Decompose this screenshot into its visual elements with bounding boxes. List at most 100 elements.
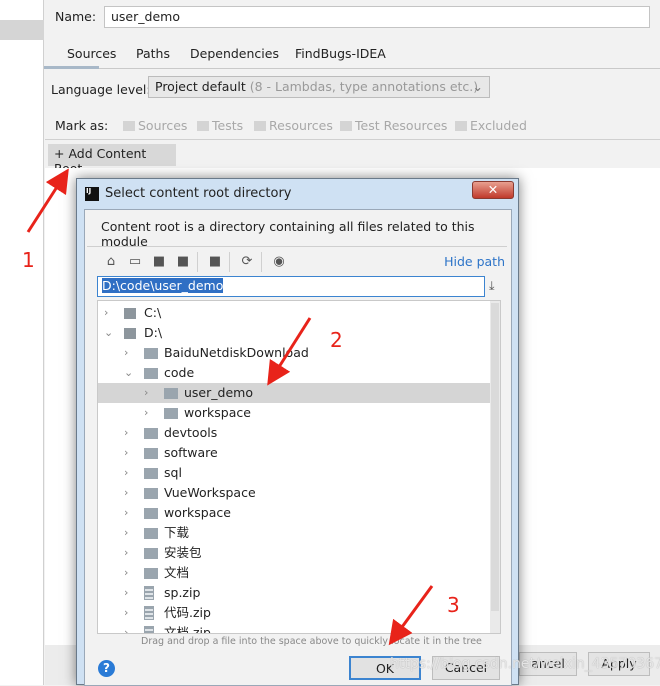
tab-sources[interactable]: Sources	[67, 46, 116, 61]
tree-item-label: devtools	[164, 425, 218, 440]
tree-item[interactable]: ⌄ D:\	[98, 323, 492, 343]
language-level-select[interactable]: Project default (8 - Lambdas, type annot…	[148, 76, 490, 98]
module-folder-icon[interactable]: ■	[175, 254, 191, 270]
path-input[interactable]: D:\code\user_demo	[97, 276, 485, 297]
folder-icon	[144, 468, 158, 479]
module-name-input[interactable]: user_demo	[104, 6, 650, 28]
annotation-label-1: 1	[22, 248, 35, 272]
chevron-down-icon[interactable]: ⌄	[104, 323, 114, 343]
divider	[87, 246, 507, 247]
tab-divider	[45, 68, 660, 69]
tree-item[interactable]: › devtools	[98, 423, 492, 443]
tree-scrollbar[interactable]	[490, 301, 500, 633]
chevron-right-icon[interactable]: ›	[124, 563, 134, 583]
tree-item-label: D:\	[144, 325, 163, 340]
tree-item[interactable]: › software	[98, 443, 492, 463]
zip-file-icon	[144, 626, 154, 633]
tree-item[interactable]: › C:\	[98, 303, 492, 323]
drive-icon	[124, 328, 136, 339]
desktop-icon[interactable]: ▭	[127, 254, 143, 270]
help-button[interactable]: ?	[98, 660, 115, 677]
chevron-right-icon[interactable]: ›	[124, 583, 134, 603]
toolbar-separator	[197, 252, 198, 272]
chevron-right-icon[interactable]: ›	[124, 503, 134, 523]
zip-file-icon	[144, 586, 154, 600]
tree-item[interactable]: › user_demo	[98, 383, 492, 403]
close-button[interactable]: ✕	[472, 181, 514, 199]
dialog-description: Content root is a directory containing a…	[101, 219, 475, 249]
download-icon[interactable]: ⤓	[489, 278, 495, 294]
tree-item[interactable]: › VueWorkspace	[98, 483, 492, 503]
tree-item[interactable]: › BaiduNetdiskDownload	[98, 343, 492, 363]
tree-item[interactable]: › workspace	[98, 503, 492, 523]
tree-item[interactable]: › workspace	[98, 403, 492, 423]
intellij-logo-icon: IJ	[85, 187, 99, 201]
directory-tree[interactable]: › C:\ ⌄ D:\ › BaiduNetdiskDownload ⌄ code › user_…	[97, 300, 501, 634]
chevron-right-icon[interactable]: ›	[124, 523, 134, 543]
folder-icon	[144, 548, 158, 559]
tree-item-label: 文档.zip	[164, 625, 211, 634]
chevron-right-icon[interactable]: ›	[124, 423, 134, 443]
resources-folder-icon	[254, 120, 266, 131]
mark-excluded-button[interactable]: Excluded	[455, 118, 527, 133]
tree-item[interactable]: › sp.zip	[98, 583, 492, 603]
chevron-right-icon[interactable]: ›	[124, 463, 134, 483]
chevron-right-icon[interactable]: ›	[144, 383, 154, 403]
mark-label: Excluded	[470, 118, 527, 133]
path-value: D:\code\user_demo	[102, 278, 224, 293]
refresh-icon[interactable]: ⟳	[239, 254, 255, 270]
mark-sources-button[interactable]: Sources	[123, 118, 187, 133]
mark-label: Sources	[138, 118, 188, 133]
tree-item-label: 代码.zip	[164, 605, 211, 620]
left-pane-selected-item[interactable]	[0, 20, 44, 40]
mark-label: Test Resources	[355, 118, 448, 133]
toolbar-separator	[229, 252, 230, 272]
chevron-right-icon[interactable]: ›	[104, 303, 114, 323]
tab-dependencies[interactable]: Dependencies	[190, 46, 279, 61]
tree-item[interactable]: › 代码.zip	[98, 603, 492, 623]
folder-icon	[197, 120, 209, 131]
folder-icon	[144, 448, 158, 459]
tree-item[interactable]: › 安装包	[98, 543, 492, 563]
drag-drop-hint: Drag and drop a file into the space abov…	[141, 636, 482, 647]
chevron-right-icon[interactable]: ›	[124, 343, 134, 363]
show-hidden-icon[interactable]: ◉	[271, 254, 287, 270]
left-pane	[0, 0, 44, 685]
chevron-right-icon[interactable]: ›	[144, 403, 154, 423]
tree-item-label: C:\	[144, 305, 162, 320]
home-icon[interactable]: ⌂	[103, 254, 119, 270]
mark-resources-button[interactable]: Resources	[254, 118, 333, 133]
chevron-right-icon[interactable]: ›	[124, 543, 134, 563]
tab-paths[interactable]: Paths	[136, 46, 170, 61]
mark-tests-button[interactable]: Tests	[197, 118, 243, 133]
project-folder-icon[interactable]: ■	[151, 254, 167, 270]
tab-findbugs[interactable]: FindBugs-IDEA	[295, 46, 386, 61]
chevron-right-icon[interactable]: ›	[124, 443, 134, 463]
tree-item[interactable]: › sql	[98, 463, 492, 483]
test-resources-folder-icon	[340, 120, 352, 131]
tree-item-label: sql	[164, 465, 182, 480]
drive-icon	[124, 308, 136, 319]
folder-icon	[144, 508, 158, 519]
tree-item[interactable]: ⌄ code	[98, 363, 492, 383]
folder-icon	[164, 408, 178, 419]
scrollbar-thumb[interactable]	[491, 303, 499, 611]
tree-item[interactable]: › 文档	[98, 563, 492, 583]
language-level-hint: (8 - Lambdas, type annotations etc.)	[249, 79, 479, 94]
mark-test-resources-button[interactable]: Test Resources	[340, 118, 447, 133]
tree-item-label: 下载	[164, 525, 190, 540]
hide-path-link[interactable]: Hide path	[444, 254, 505, 269]
dialog-title-bar[interactable]: IJ Select content root directory ✕	[77, 179, 518, 209]
chevron-right-icon[interactable]: ›	[124, 623, 134, 633]
tree-item-label: workspace	[164, 505, 231, 520]
chevron-right-icon[interactable]: ›	[124, 483, 134, 503]
new-folder-icon[interactable]: ■	[207, 254, 223, 270]
folder-icon	[144, 348, 158, 359]
tree-item-label: code	[164, 365, 195, 380]
tree-item[interactable]: › 文档.zip	[98, 623, 492, 634]
toolbar-separator	[261, 252, 262, 272]
tree-item[interactable]: › 下载	[98, 523, 492, 543]
chevron-right-icon[interactable]: ›	[124, 603, 134, 623]
chevron-down-icon[interactable]: ⌄	[124, 363, 134, 383]
add-content-root-button[interactable]: + Add Content Root	[48, 144, 176, 176]
